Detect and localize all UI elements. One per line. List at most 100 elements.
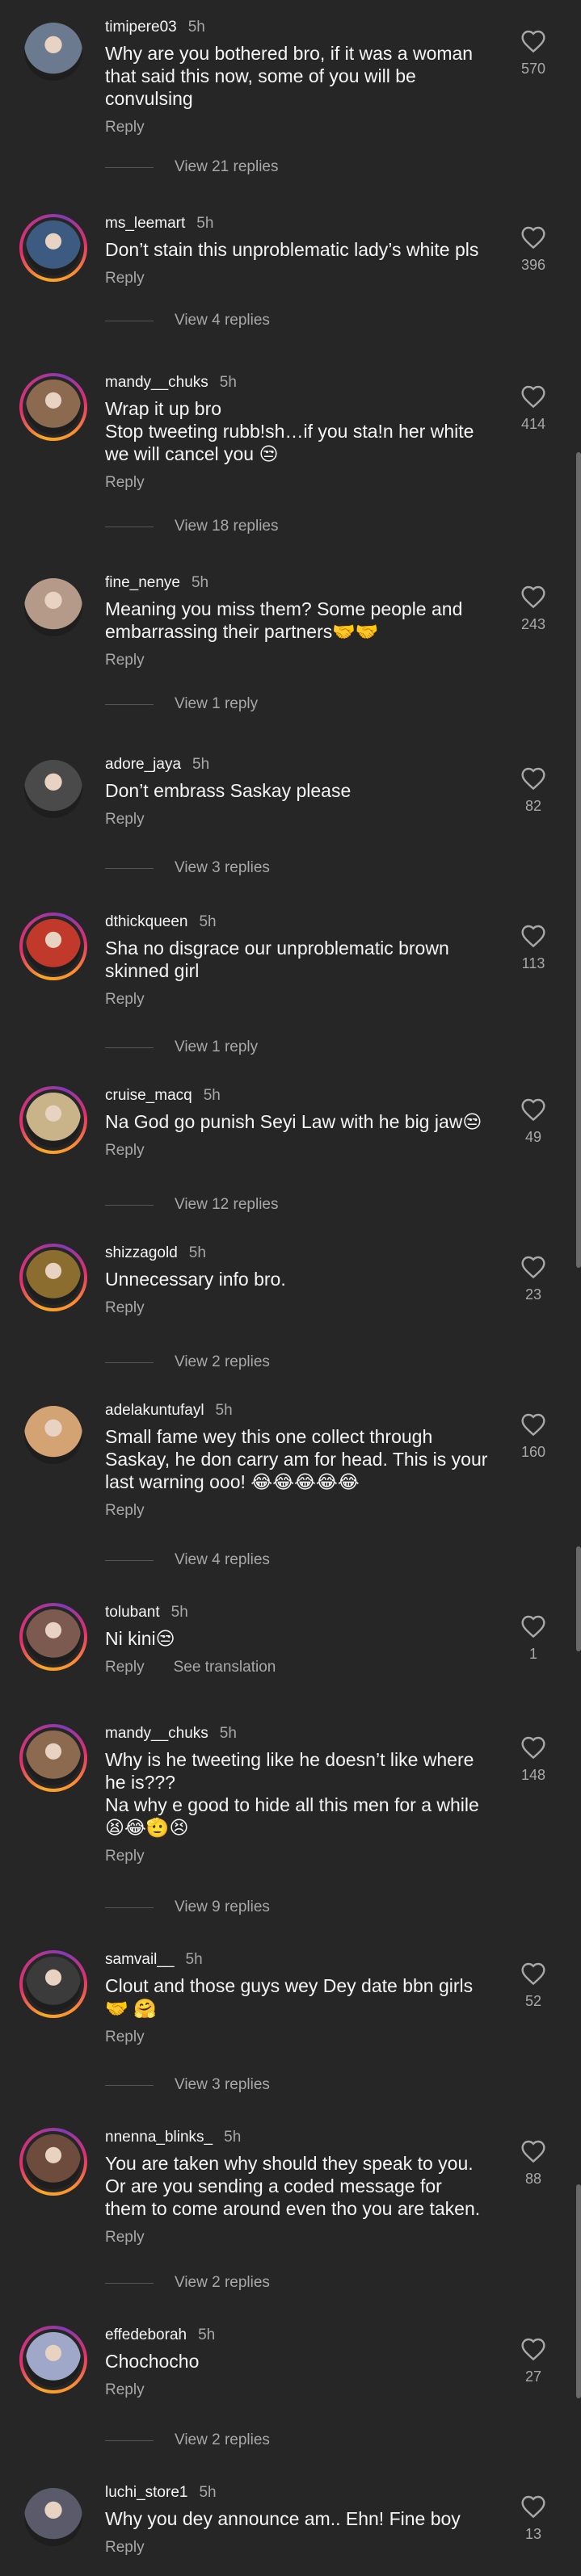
- username[interactable]: adore_jaya: [105, 756, 181, 773]
- like-count: 52: [524, 1993, 542, 2009]
- view-replies-link[interactable]: View 2 replies: [105, 2431, 270, 2450]
- avatar[interactable]: [19, 2483, 87, 2551]
- reply-button[interactable]: Reply: [105, 2381, 145, 2398]
- scrollbar-segment[interactable]: [576, 2184, 581, 2398]
- like-button[interactable]: 1: [517, 1614, 549, 1663]
- like-count: 396: [520, 257, 546, 273]
- username[interactable]: cruise_macq: [105, 1087, 192, 1104]
- reply-button[interactable]: Reply: [105, 991, 145, 1008]
- username[interactable]: shizzagold: [105, 1244, 178, 1261]
- avatar-image: [26, 2332, 81, 2387]
- like-button[interactable]: 243: [517, 585, 549, 633]
- like-count: 414: [520, 416, 546, 432]
- view-replies-link[interactable]: View 1 reply: [105, 1038, 258, 1057]
- scrollbar-segment[interactable]: [576, 1546, 581, 1651]
- username[interactable]: ms_leemart: [105, 215, 185, 232]
- username[interactable]: nnenna_blinks_: [105, 2129, 213, 2146]
- like-button[interactable]: 88: [517, 2139, 549, 2188]
- like-count: 27: [524, 2368, 542, 2385]
- reply-button[interactable]: Reply: [105, 474, 145, 491]
- view-replies-link[interactable]: View 2 replies: [105, 1353, 270, 1372]
- username[interactable]: tolubant: [105, 1604, 160, 1621]
- avatar[interactable]: [19, 2326, 87, 2393]
- username[interactable]: dthickqueen: [105, 913, 187, 930]
- avatar[interactable]: [19, 755, 87, 823]
- view-replies-link[interactable]: View 21 replies: [105, 157, 279, 177]
- like-count: 148: [520, 1767, 546, 1783]
- like-button[interactable]: 23: [517, 1255, 549, 1303]
- timestamp: 5h: [196, 215, 214, 232]
- avatar-image: [26, 220, 81, 275]
- comment-text: Chochocho: [105, 2351, 200, 2372]
- like-button[interactable]: 160: [517, 1412, 549, 1461]
- view-replies-link[interactable]: View 18 replies: [105, 517, 279, 536]
- reply-button[interactable]: Reply: [105, 270, 145, 287]
- like-button[interactable]: 52: [517, 1961, 549, 2010]
- username[interactable]: mandy__chuks: [105, 374, 208, 391]
- reply-button[interactable]: Reply: [105, 1142, 145, 1159]
- view-replies-link[interactable]: View 1 reply: [105, 694, 258, 714]
- comment-actions: Reply: [105, 651, 505, 670]
- username[interactable]: luchi_store1: [105, 2484, 187, 2501]
- reply-button[interactable]: Reply: [105, 1299, 145, 1316]
- avatar[interactable]: [19, 2128, 87, 2196]
- avatar[interactable]: [19, 1603, 87, 1671]
- avatar[interactable]: [19, 573, 87, 641]
- replies-divider: [105, 2282, 154, 2284]
- comment-actions: Reply: [105, 2028, 505, 2047]
- reply-button[interactable]: Reply: [105, 2028, 145, 2045]
- see-translation-button[interactable]: See translation: [174, 1659, 276, 1676]
- avatar[interactable]: [19, 1401, 87, 1469]
- comment-text: Ni kini😒: [105, 1628, 175, 1649]
- username[interactable]: timipere03: [105, 19, 177, 36]
- comment-text: Why you dey announce am.. Ehn! Fine boy: [105, 2508, 461, 2529]
- view-replies-link[interactable]: View 3 replies: [105, 2075, 270, 2095]
- username[interactable]: fine_nenye: [105, 574, 180, 591]
- like-button[interactable]: 49: [517, 1097, 549, 1146]
- reply-button[interactable]: Reply: [105, 652, 145, 669]
- comment-meta: samvail__ 5h: [105, 1950, 505, 1970]
- avatar[interactable]: [19, 1724, 87, 1792]
- view-replies-label: View 3 replies: [175, 859, 270, 876]
- view-replies-link[interactable]: View 4 replies: [105, 1550, 270, 1570]
- reply-button[interactable]: Reply: [105, 1502, 145, 1519]
- like-button[interactable]: 570: [517, 29, 549, 78]
- view-replies-link[interactable]: View 9 replies: [105, 1898, 270, 1917]
- comment-text: Meaning you miss them? Some people and e…: [105, 598, 463, 642]
- view-replies-link[interactable]: View 12 replies: [105, 1195, 279, 1215]
- comment-text: Why is he tweeting like he doesn’t like …: [105, 1749, 479, 1838]
- avatar[interactable]: [19, 1244, 87, 1311]
- reply-button[interactable]: Reply: [105, 2229, 145, 2246]
- reply-button[interactable]: Reply: [105, 811, 145, 828]
- comment-actions: Reply: [105, 810, 505, 829]
- username[interactable]: adelakuntufayl: [105, 1402, 204, 1419]
- username[interactable]: mandy__chuks: [105, 1725, 208, 1742]
- like-count: 88: [524, 2171, 542, 2187]
- username[interactable]: effedeborah: [105, 2326, 187, 2343]
- view-replies-link[interactable]: View 2 replies: [105, 2273, 270, 2293]
- reply-button[interactable]: Reply: [105, 2539, 145, 2556]
- like-button[interactable]: 13: [517, 2494, 549, 2543]
- scrollbar[interactable]: [576, 452, 581, 1268]
- like-button[interactable]: 396: [517, 225, 549, 274]
- comment-meta: mandy__chuks 5h: [105, 373, 505, 392]
- view-replies-link[interactable]: View 4 replies: [105, 311, 270, 330]
- reply-button[interactable]: Reply: [105, 119, 145, 136]
- avatar-frame: [23, 1606, 84, 1668]
- avatar[interactable]: [19, 214, 87, 282]
- avatar[interactable]: [19, 1950, 87, 2018]
- reply-button[interactable]: Reply: [105, 1848, 145, 1865]
- like-button[interactable]: 414: [517, 384, 549, 433]
- avatar[interactable]: [19, 373, 87, 441]
- reply-button[interactable]: Reply: [105, 1659, 145, 1676]
- like-button[interactable]: 148: [517, 1735, 549, 1784]
- comment-body: adelakuntufayl 5h Small fame wey this one…: [105, 1401, 505, 1521]
- avatar[interactable]: [19, 18, 87, 86]
- avatar[interactable]: [19, 913, 87, 980]
- view-replies-link[interactable]: View 3 replies: [105, 858, 270, 878]
- username[interactable]: samvail__: [105, 1951, 175, 1968]
- like-button[interactable]: 82: [517, 766, 549, 815]
- like-button[interactable]: 27: [517, 2337, 549, 2385]
- like-button[interactable]: 113: [517, 924, 549, 972]
- avatar[interactable]: [19, 1086, 87, 1154]
